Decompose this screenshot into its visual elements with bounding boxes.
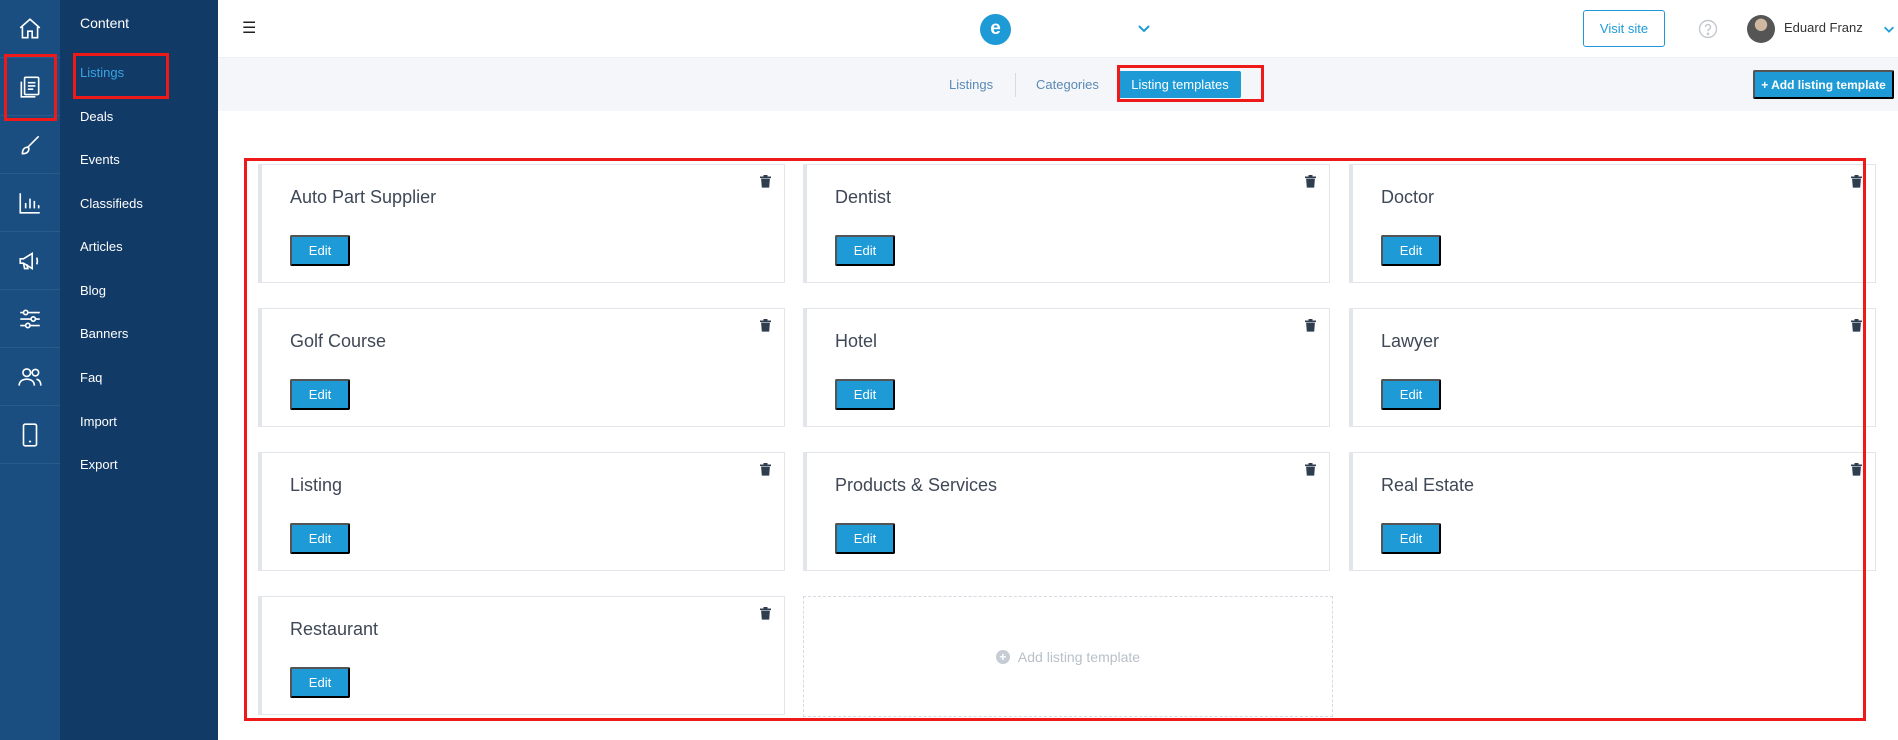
rail-mobile[interactable] (0, 406, 60, 464)
subnav-item-events[interactable]: Events (80, 152, 120, 167)
sliders-icon (20, 309, 40, 328)
top-bar: ☰ e Visit site Eduard Franz (218, 0, 1898, 58)
tab-listings[interactable]: Listings (949, 77, 993, 92)
subnav-item-listings[interactable]: Listings (80, 65, 124, 80)
bar-chart-icon (19, 192, 40, 214)
subnav-item-deals[interactable]: Deals (80, 109, 113, 124)
trash-icon[interactable] (759, 319, 772, 332)
subnav-item-blog[interactable]: Blog (80, 283, 106, 298)
help-icon[interactable] (1698, 19, 1718, 39)
subnav-item-articles[interactable]: Articles (80, 239, 123, 254)
mobile-icon (22, 422, 38, 447)
menu-icon[interactable]: ☰ (242, 21, 256, 37)
edit-button[interactable]: Edit (290, 235, 350, 266)
tab-categories[interactable]: Categories (1036, 77, 1099, 92)
template-name: Doctor (1381, 187, 1435, 207)
user-name[interactable]: Eduard Franz (1784, 20, 1863, 35)
edit-button[interactable]: Edit (290, 667, 350, 698)
rail-reports[interactable] (0, 174, 60, 232)
trash-icon[interactable] (759, 463, 772, 476)
trash-icon[interactable] (1304, 463, 1317, 476)
subnav-title: Content (80, 15, 130, 31)
trash-icon[interactable] (1304, 319, 1317, 332)
edit-button[interactable]: Edit (290, 379, 350, 410)
tab-divider (1015, 73, 1016, 97)
tab-listing-templates[interactable]: Listing templates (1119, 71, 1241, 98)
template-name: Listing (290, 475, 343, 495)
edit-button[interactable]: Edit (1381, 235, 1441, 266)
template-name: Dentist (835, 187, 892, 207)
template-name: Products & Services (835, 475, 998, 495)
home-icon (19, 17, 41, 38)
template-card: Doctor Edit (1349, 164, 1876, 283)
subnav-item-banners[interactable]: Banners (80, 326, 128, 341)
add-template-card-label: Add listing template (1017, 648, 1141, 665)
edit-button[interactable]: Edit (835, 523, 895, 554)
edit-button[interactable]: Edit (835, 379, 895, 410)
visit-site-button[interactable]: Visit site (1583, 10, 1665, 47)
edit-button[interactable]: Edit (290, 523, 350, 554)
trash-icon[interactable] (759, 607, 772, 620)
template-name: Restaurant (290, 619, 379, 639)
template-card: Golf Course Edit (258, 308, 785, 427)
rail-home[interactable] (0, 0, 60, 58)
template-card: Dentist Edit (803, 164, 1330, 283)
trash-icon[interactable] (1850, 175, 1863, 188)
chevron-down-icon[interactable] (1882, 22, 1896, 36)
icon-rail (0, 0, 60, 740)
edit-button[interactable]: Edit (1381, 379, 1441, 410)
template-card: Real Estate Edit (1349, 452, 1876, 571)
template-card: Listing Edit (258, 452, 785, 571)
template-name: Golf Course (290, 331, 387, 351)
brush-icon (21, 135, 40, 154)
rail-design[interactable] (0, 116, 60, 174)
chevron-down-icon[interactable] (1136, 20, 1152, 36)
template-card: Products & Services Edit (803, 452, 1330, 571)
content-subnav: Content Listings Deals Events Classified… (60, 0, 218, 740)
subnav-item-import[interactable]: Import (80, 414, 117, 429)
trash-icon[interactable] (1304, 175, 1317, 188)
template-card: Restaurant Edit (258, 596, 785, 715)
add-listing-template-button[interactable]: + Add listing template (1753, 70, 1894, 99)
template-card: Auto Part Supplier Edit (258, 164, 785, 283)
rail-users[interactable] (0, 348, 60, 406)
users-icon (18, 367, 42, 386)
subnav-item-classifieds[interactable]: Classifieds (80, 196, 143, 211)
avatar[interactable] (1747, 15, 1775, 43)
plus-circle-icon: + (995, 649, 1010, 664)
documents-icon (20, 75, 40, 98)
trash-icon[interactable] (759, 175, 772, 188)
template-card: Lawyer Edit (1349, 308, 1876, 427)
subnav-item-faq[interactable]: Faq (80, 370, 102, 385)
edit-button[interactable]: Edit (1381, 523, 1441, 554)
template-name: Lawyer (1381, 331, 1440, 351)
site-logo[interactable]: e (980, 14, 1011, 45)
trash-icon[interactable] (1850, 319, 1863, 332)
template-name: Auto Part Supplier (290, 187, 437, 207)
megaphone-icon (19, 251, 39, 270)
rail-promote[interactable] (0, 232, 60, 290)
add-template-card[interactable]: + Add listing template (803, 596, 1333, 717)
template-name: Real Estate (1381, 475, 1475, 495)
rail-content[interactable] (0, 58, 60, 116)
subnav-item-export[interactable]: Export (80, 457, 118, 472)
template-name: Hotel (835, 331, 878, 351)
tabs-strip: Listings Categories Listing templates + … (218, 58, 1898, 111)
rail-settings[interactable] (0, 290, 60, 348)
template-card: Hotel Edit (803, 308, 1330, 427)
trash-icon[interactable] (1850, 463, 1863, 476)
edit-button[interactable]: Edit (835, 235, 895, 266)
